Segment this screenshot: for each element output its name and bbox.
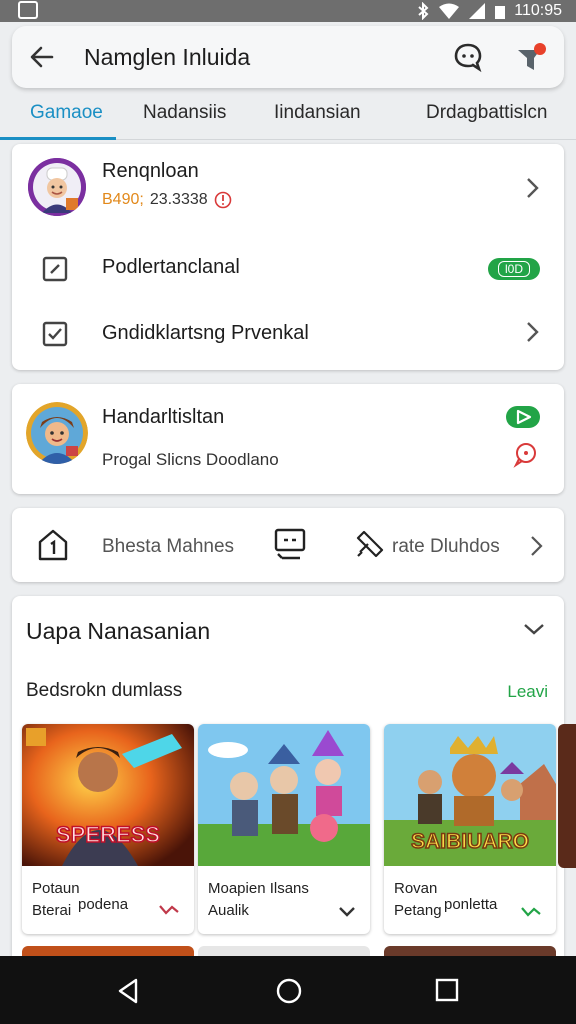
section-title: Uapa Nanasanian [26,618,211,644]
tab-gamaoe[interactable]: Gamaое [30,102,103,124]
game-thumbnail [198,724,370,866]
chevron-right-icon[interactable] [526,534,546,558]
back-arrow-icon[interactable] [28,43,56,71]
game-card-peek[interactable] [558,724,576,868]
tab-drdagbattislcn[interactable]: Drdagbattislcn [426,102,547,124]
game-thumbnail: SPERESS [22,724,194,866]
monitor-icon[interactable] [274,528,306,562]
quick-action-bhesta[interactable]: Bhesta Mahnes [102,536,234,558]
game-title-art: SPERESS [56,822,160,847]
row-podlertanclanal[interactable]: Podlertanclanal [102,256,240,279]
toggle-label: l0D [497,261,530,277]
trend-icon [159,905,179,915]
stat-value: 23.3338 [149,191,208,208]
page-title: Namglen Inluida [84,44,251,70]
chat-icon[interactable] [452,41,484,73]
sim-icon [18,1,38,19]
game-name: Potaun [32,880,80,897]
section-subheading: Bedsrokn dumlass [26,680,183,701]
game-thumbnail: SAIBIUARO [384,724,556,866]
game-card[interactable]: SPERESS Potaun Bterai podena [22,724,194,934]
home-nav-icon[interactable] [276,978,302,1004]
clock: 110:95 [514,2,562,19]
chevron-down-icon[interactable] [338,906,356,918]
edit-icon [42,256,68,282]
tools-icon[interactable] [354,528,386,560]
game-name: Moapien Ilsans [208,880,309,897]
profile-name: Renqnloan [102,160,199,182]
system-nav-bar [0,956,576,1024]
home-badge-icon[interactable] [36,528,70,562]
player-subtitle: Progal Slicns Doodlano [102,450,279,469]
wifi-icon [439,3,460,19]
game-genre: Bterai [32,902,72,919]
chevron-down-icon[interactable] [522,620,546,638]
signal-icon [469,3,486,19]
status-toggle[interactable]: l0D [488,258,540,280]
game-title-art: SAIBIUARO [411,830,529,853]
warning-icon [214,191,231,209]
video-play-icon[interactable] [506,406,540,428]
game-card[interactable]: Moapien Ilsans Aualik [198,724,370,934]
profile-stats: B490; 23.3338 [102,191,232,209]
recents-nav-icon[interactable] [435,978,459,1002]
trend-icon [521,907,541,917]
games-section: Uapa Nanasanian Bedsrokn dumlass Leavi S… [12,596,564,976]
game-tag: ponletta [444,896,498,913]
bluetooth-icon [418,2,429,20]
stat-prefix: B490; [102,191,144,208]
tab-indicator [0,137,116,140]
chevron-right-icon[interactable] [522,176,542,200]
chef-avatar-icon [28,158,86,216]
row-gndidklartsng[interactable]: Gndidklartsng Prvenkal [102,322,309,345]
back-nav-icon[interactable] [116,978,140,1004]
chevron-right-icon[interactable] [522,320,542,344]
notification-icon[interactable] [514,40,548,74]
see-all-link[interactable]: Leavi [507,682,548,702]
avatar[interactable] [28,158,86,216]
game-genre: Aualik [208,902,249,919]
quick-action-rate[interactable]: rate Dluhdos [392,536,500,558]
comment-icon[interactable] [512,442,538,468]
game-name: Rovan [394,880,438,897]
hero-avatar-icon [26,402,88,464]
tab-iindansian[interactable]: Iindansian [274,102,361,124]
player-card[interactable]: Handarltisltan Progal Slicns Doodlano [12,384,564,494]
player-title: Handarltisltan [102,406,225,428]
quick-actions: Bhesta Mahnes rate Dluhdos [12,508,564,582]
profile-card: Renqnloan B490; 23.3338 Podlertanclanal … [12,144,564,370]
tab-bar: Gamaое Nadansiis Iindansian Drdagbattisl… [0,94,576,140]
tab-nadansiis[interactable]: Nadansiis [143,102,226,124]
player-avatar [26,402,88,464]
game-genre: Petang [394,902,442,919]
game-card[interactable]: SAIBIUARO Rovan Petang ponletta [384,724,556,934]
status-bar: 110:95 [0,0,576,22]
battery-icon [495,6,506,19]
checkbox-icon[interactable] [42,321,68,347]
app-bar: Namglen Inluida [12,26,564,88]
game-tag: podena [78,896,129,913]
